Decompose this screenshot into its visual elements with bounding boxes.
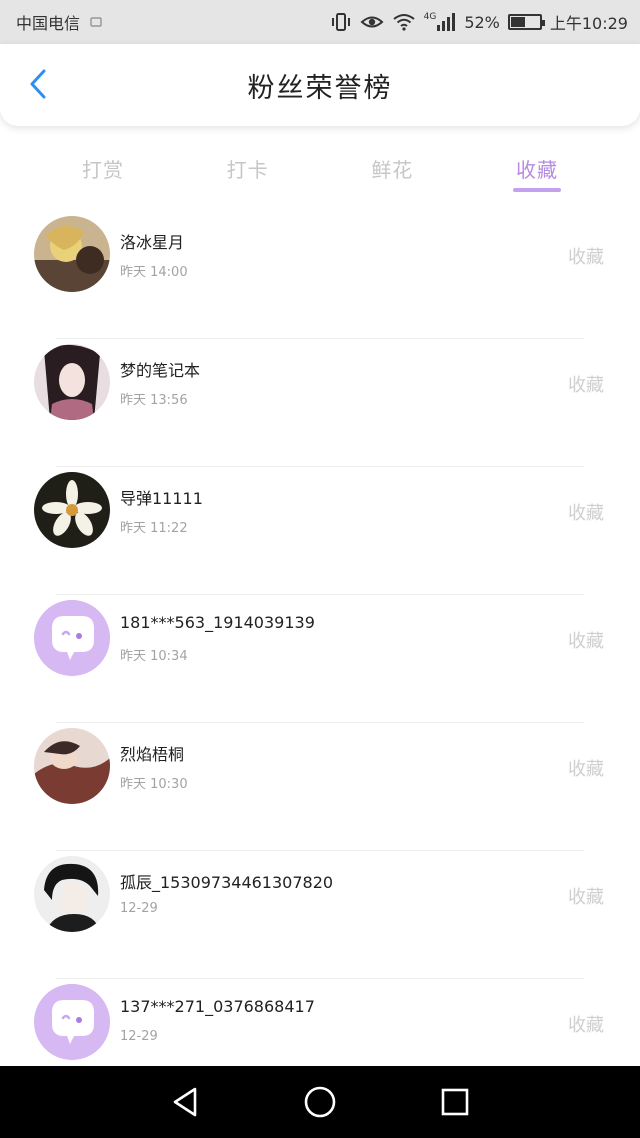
tab-flowers[interactable]: 鲜花 xyxy=(322,126,462,210)
network-type-label: 4G xyxy=(423,12,437,22)
list-item[interactable]: 洛冰星月 昨天 14:00 收藏 xyxy=(0,210,640,338)
photo-avatar-icon xyxy=(34,472,110,548)
favorite-time: 昨天 14:00 xyxy=(120,265,188,280)
wifi-icon xyxy=(392,12,416,32)
favorite-label: 收藏 xyxy=(568,375,604,396)
photo-avatar-icon xyxy=(34,216,110,292)
avatar[interactable] xyxy=(34,984,110,1060)
recent-apps-square-icon xyxy=(441,1088,468,1116)
back-triangle-icon xyxy=(174,1087,197,1117)
favorite-label: 收藏 xyxy=(568,503,604,524)
favorite-time: 昨天 11:22 xyxy=(120,521,188,536)
status-right: 4G 52% 上午10:29 xyxy=(330,10,628,34)
battery-outline xyxy=(507,14,545,30)
carrier-label: 中国电信 xyxy=(16,14,81,33)
favorite-time: 昨天 10:34 xyxy=(120,649,188,664)
battery-level xyxy=(510,17,525,27)
tab-label: 打赏 xyxy=(82,157,124,182)
user-name: 梦的笔记本 xyxy=(120,361,201,380)
page-title: 粉丝荣誉榜 xyxy=(247,72,393,104)
tab-checkin[interactable]: 打卡 xyxy=(178,126,318,210)
tab-bar: 打赏 打卡 鲜花 收藏 xyxy=(0,126,640,210)
status-left: 中国电信 xyxy=(16,10,104,34)
avatar[interactable] xyxy=(34,472,110,548)
tab-reward[interactable]: 打赏 xyxy=(33,126,173,210)
avatar[interactable] xyxy=(34,856,110,932)
favorite-time: 昨天 10:30 xyxy=(120,777,188,792)
list-item[interactable]: 181***563_1914039139 昨天 10:34 收藏 xyxy=(0,594,640,722)
list-item[interactable]: 137***271_0376868417 12-29 收藏 xyxy=(0,978,640,1066)
default-avatar-icon xyxy=(34,600,110,676)
nav-back-button[interactable] xyxy=(161,1078,209,1126)
favorite-time: 12-29 xyxy=(120,1029,158,1044)
tab-label: 收藏 xyxy=(515,157,558,182)
favorite-label: 收藏 xyxy=(568,247,604,268)
tab-label: 鲜花 xyxy=(371,157,414,182)
tab-label: 打卡 xyxy=(226,157,269,182)
battery-percent: 52% xyxy=(464,12,500,32)
active-tab-indicator xyxy=(512,188,561,192)
favorite-time: 昨天 13:56 xyxy=(120,393,188,408)
user-name: 181***563_1914039139 xyxy=(120,613,315,632)
list-item[interactable]: 烈焰梧桐 昨天 10:30 收藏 xyxy=(0,722,640,850)
photo-avatar-icon xyxy=(34,856,110,932)
avatar[interactable] xyxy=(34,600,110,676)
home-circle-icon xyxy=(304,1086,336,1118)
default-avatar-icon xyxy=(34,984,110,1060)
favorite-label: 收藏 xyxy=(568,759,604,780)
nav-home-button[interactable] xyxy=(296,1078,344,1126)
nav-recent-apps-button[interactable] xyxy=(431,1078,479,1126)
vibrate-icon xyxy=(330,12,352,32)
avatar[interactable] xyxy=(34,216,110,292)
avatar[interactable] xyxy=(34,728,110,804)
favorite-label: 收藏 xyxy=(568,631,604,652)
eye-icon xyxy=(360,12,384,32)
status-bar: 中国电信 4G 52% 上午10:29 xyxy=(0,0,640,44)
notification-icon xyxy=(88,12,104,32)
user-name: 烈焰梧桐 xyxy=(120,745,185,764)
avatar[interactable] xyxy=(34,344,110,420)
fan-list: 洛冰星月 昨天 14:00 收藏 梦的笔记本 昨天 13:56 收藏 导弹111… xyxy=(0,210,640,1066)
user-name: 孤辰_15309734461307820 xyxy=(120,873,334,892)
photo-avatar-icon xyxy=(34,344,110,420)
battery-icon xyxy=(507,12,545,32)
list-item[interactable]: 孤辰_15309734461307820 12-29 收藏 xyxy=(0,850,640,978)
favorite-label: 收藏 xyxy=(568,887,604,908)
list-item[interactable]: 导弹11111 昨天 11:22 收藏 xyxy=(0,466,640,594)
header: 粉丝荣誉榜 xyxy=(0,44,640,126)
system-nav-bar xyxy=(0,1066,640,1138)
clock: 上午10:29 xyxy=(549,14,628,33)
photo-avatar-icon xyxy=(34,728,110,804)
signal-icon: 4G xyxy=(424,12,457,32)
user-name: 导弹11111 xyxy=(120,489,203,508)
favorite-label: 收藏 xyxy=(568,1015,604,1036)
favorite-time: 12-29 xyxy=(120,901,158,916)
tab-favorites[interactable]: 收藏 xyxy=(467,126,607,210)
user-name: 洛冰星月 xyxy=(120,233,185,252)
user-name: 137***271_0376868417 xyxy=(120,997,315,1016)
list-item[interactable]: 梦的笔记本 昨天 13:56 收藏 xyxy=(0,338,640,466)
